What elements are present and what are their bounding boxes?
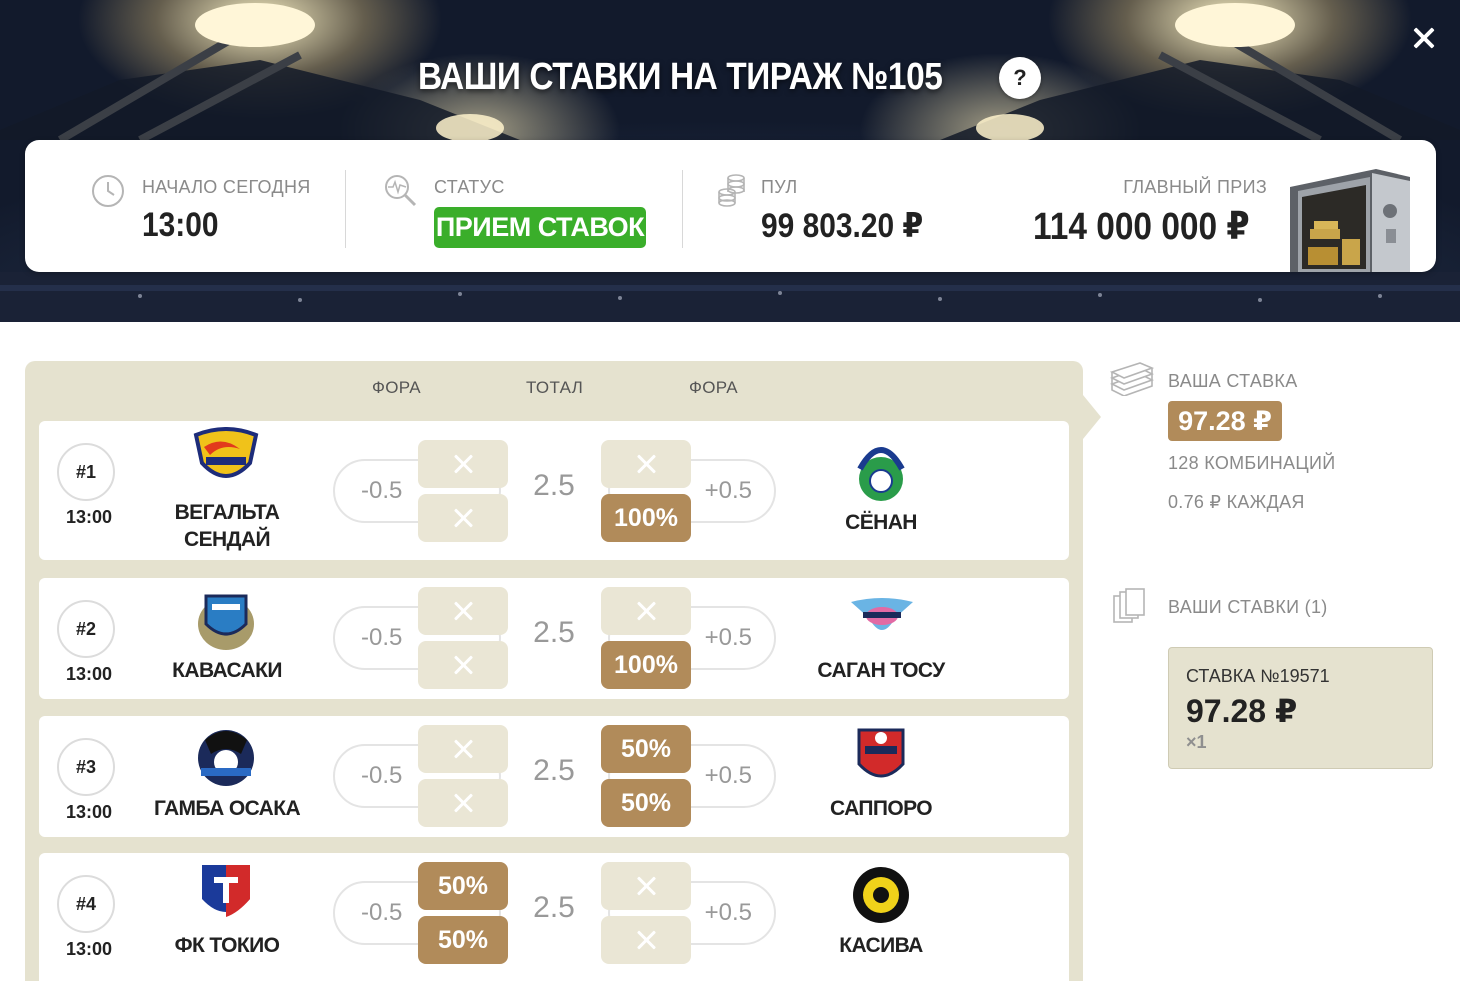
fc-tokyo-logo (202, 865, 250, 917)
bet-amount: 97.28 ₽ (1186, 693, 1298, 729)
match-number: #4 (57, 875, 115, 933)
away-team-name: САППОРО (830, 797, 933, 820)
bet-card[interactable]: СТАВКА №19571 97.28 ₽ ×1 (1168, 647, 1433, 769)
sapporo-logo (857, 728, 905, 778)
status-search-icon (385, 175, 417, 207)
status-badge: ПРИЕМ СТАВОК (434, 207, 646, 248)
column-header-home-handicap: ФОРА (372, 378, 421, 397)
away-team-name: СЁНАН (845, 511, 917, 534)
away-handicap-bottom-option[interactable] (601, 916, 691, 964)
close-button[interactable] (1408, 22, 1440, 54)
match-number: #3 (57, 738, 115, 796)
stadium-header: ВАШИ СТАВКИ НА ТИРАЖ №105 ? НАЧАЛО СЕГОД… (0, 0, 1460, 322)
bet-number: СТАВКА №19571 (1186, 666, 1330, 686)
page-title: ВАШИ СТАВКИ НА ТИРАЖ №105 (418, 56, 943, 98)
pool-value: 99 803.20 ₽ (761, 207, 924, 245)
clock-icon (92, 175, 124, 207)
home-handicap-top-option[interactable] (418, 440, 508, 488)
home-team-name: ГАМБА ОСАКА (153, 797, 301, 820)
sagan-tosu-logo (851, 598, 913, 630)
home-handicap-top-option[interactable]: 50% (418, 862, 508, 910)
draw-info-card: НАЧАЛО СЕГОДНЯ 13:00 СТАТУС ПРИЕМ СТАВОК… (25, 140, 1436, 272)
divider (345, 170, 346, 248)
home-handicap-bottom-option[interactable]: 50% (418, 916, 508, 964)
gamba-osaka-logo (198, 730, 254, 786)
safe-icon (1290, 169, 1410, 272)
match-number: #2 (57, 600, 115, 658)
column-header-total: ТОТАЛ (526, 378, 584, 397)
pool-label: ПУЛ (761, 177, 798, 197)
match-time: 13:00 (65, 802, 113, 822)
home-handicap-bottom-option[interactable] (418, 641, 508, 689)
away-team-name: КАСИВА (839, 934, 923, 957)
coins-icon (718, 174, 745, 207)
away-handicap-bottom-option[interactable]: 50% (601, 779, 691, 827)
total-value: 2.5 (533, 891, 575, 924)
start-time: 13:00 (142, 206, 219, 244)
help-button[interactable]: ? (999, 57, 1041, 99)
home-handicap-top-option[interactable] (418, 587, 508, 635)
bet-multiplier: ×1 (1186, 732, 1207, 752)
my-bets-label[interactable]: ВАШИ СТАВКИ (1) (1168, 597, 1328, 618)
column-header-away-handicap: ФОРА (689, 378, 738, 397)
kashiwa-logo (853, 867, 909, 923)
total-value: 2.5 (533, 616, 575, 649)
stake-value: 97.28 ₽ (1168, 401, 1282, 441)
away-handicap-bottom-option[interactable]: 100% (601, 641, 691, 689)
stake-label: ВАША СТАВКА (1168, 371, 1298, 391)
money-stack-icon (1110, 362, 1154, 396)
price-each: 0.76 ₽ КАЖДАЯ (1168, 492, 1305, 512)
start-label: НАЧАЛО СЕГОДНЯ (142, 177, 311, 197)
match-number: #1 (57, 443, 115, 501)
match-row: #2 13:00 КАВАСАКИ -0.5 2.5 +0.5 100% САГ… (39, 578, 1069, 699)
panel-pointer (1083, 395, 1101, 439)
vegalta-sendai-logo (193, 427, 259, 478)
match-row: #1 13:00 ВЕГАЛЬТА СЕНДАЙ -0.5 2.5 +0.5 1… (39, 421, 1069, 560)
match-row: #3 13:00 ГАМБА ОСАКА -0.5 2.5 +0.5 50% 5… (39, 716, 1069, 837)
home-team-name: ФК ТОКИО (174, 934, 280, 957)
away-handicap-top-option[interactable] (601, 587, 691, 635)
divider (682, 170, 683, 248)
total-value: 2.5 (533, 469, 575, 502)
total-value: 2.5 (533, 754, 575, 787)
home-team-name: КАВАСАКИ (172, 659, 282, 682)
status-label: СТАТУС (434, 177, 505, 197)
away-handicap-top-option[interactable]: 50% (601, 725, 691, 773)
tickets-icon (1113, 588, 1145, 623)
match-row: #4 13:00 ФК ТОКИО -0.5 50% 50% 2.5 +0.5 … (39, 853, 1069, 993)
away-team-name: САГАН ТОСУ (817, 659, 945, 682)
prize-label: ГЛАВНЫЙ ПРИЗ (1123, 177, 1267, 197)
match-time: 13:00 (65, 939, 113, 959)
kawasaki-logo (198, 594, 254, 650)
combinations-count: 128 КОМБИНАЦИЙ (1168, 453, 1336, 473)
away-handicap-top-option[interactable] (601, 862, 691, 910)
prize-value: 114 000 000 ₽ (1033, 206, 1250, 248)
home-handicap-bottom-option[interactable] (418, 779, 508, 827)
shonan-logo (857, 447, 905, 501)
match-time: 13:00 (65, 664, 113, 684)
away-handicap-bottom-option[interactable]: 100% (601, 494, 691, 542)
home-handicap-top-option[interactable] (418, 725, 508, 773)
away-handicap-top-option[interactable] (601, 440, 691, 488)
home-handicap-bottom-option[interactable] (418, 494, 508, 542)
match-time: 13:00 (65, 507, 113, 527)
home-team-name: ВЕГАЛЬТА СЕНДАЙ (174, 501, 280, 551)
